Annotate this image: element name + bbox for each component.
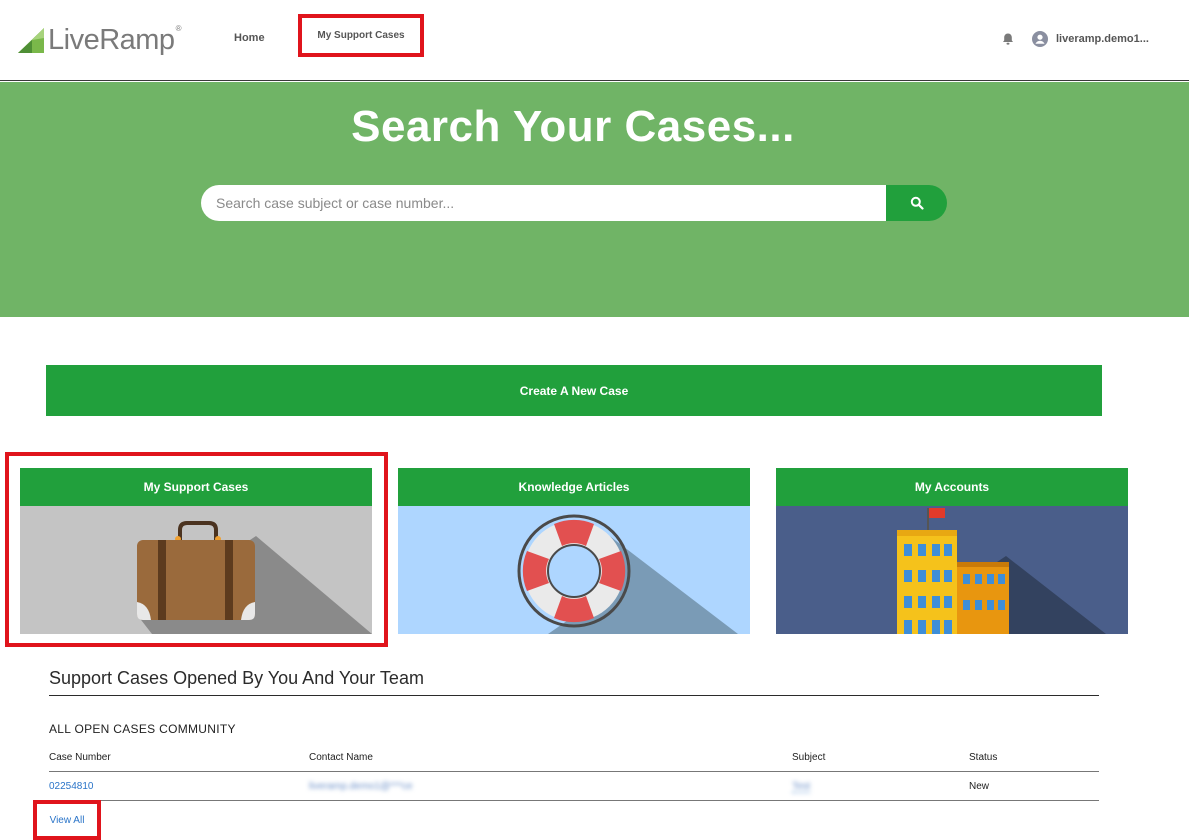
status-value: New <box>969 781 990 792</box>
user-name: liveramp.demo1... <box>1056 33 1149 45</box>
table-header-row: Case Number Contact Name Subject Status <box>49 750 1099 772</box>
logo-mark-icon <box>18 28 44 53</box>
search-button[interactable] <box>886 185 947 221</box>
hero-title: Search Your Cases... <box>351 102 795 151</box>
building-icon <box>776 506 1128 634</box>
table-row: 02254810 liveramp.demo1@***ce Test New <box>49 772 1099 801</box>
tile-knowledge-articles[interactable]: Knowledge Articles <box>398 468 750 634</box>
search-icon <box>910 196 924 210</box>
site-header: LiveRamp® Home My Support Cases liveramp… <box>0 0 1189 81</box>
contact-name-link[interactable]: liveramp.demo1@***ce <box>309 781 413 792</box>
create-new-case-label: Create A New Case <box>519 383 629 398</box>
column-header-case-number[interactable]: Case Number <box>49 752 111 763</box>
briefcase-icon <box>20 506 372 634</box>
column-header-status[interactable]: Status <box>969 752 997 763</box>
case-number-link[interactable]: 02254810 <box>49 781 94 792</box>
life-ring-icon <box>398 506 750 634</box>
user-avatar-icon <box>1032 31 1048 47</box>
nav-home[interactable]: Home <box>234 32 265 44</box>
create-new-case-button[interactable]: Create A New Case <box>46 365 1102 416</box>
tile-header: My Accounts <box>776 468 1128 506</box>
view-all-link[interactable]: View All <box>33 800 101 840</box>
bell-icon[interactable] <box>1001 32 1015 51</box>
liveramp-logo[interactable]: LiveRamp® <box>16 22 182 58</box>
tile-header: Knowledge Articles <box>398 468 750 506</box>
case-search <box>201 185 947 221</box>
column-header-subject[interactable]: Subject <box>792 752 825 763</box>
nav-my-support-cases[interactable]: My Support Cases <box>298 14 424 57</box>
search-hero: Search Your Cases... <box>0 82 1189 317</box>
case-search-input[interactable] <box>201 185 887 221</box>
nav-my-support-cases-label: My Support Cases <box>317 30 405 41</box>
user-menu[interactable]: liveramp.demo1... <box>1032 31 1149 47</box>
cases-section-title: Support Cases Opened By You And Your Tea… <box>49 668 1099 696</box>
logo-registered-mark: ® <box>175 23 182 33</box>
list-view-title: ALL OPEN CASES COMMUNITY <box>49 722 236 736</box>
cases-table: Case Number Contact Name Subject Status … <box>49 750 1099 801</box>
tile-my-accounts[interactable]: My Accounts <box>776 468 1128 634</box>
column-header-contact-name[interactable]: Contact Name <box>309 752 373 763</box>
tile-my-support-cases[interactable]: My Support Cases <box>20 468 372 634</box>
subject-link[interactable]: Test <box>792 781 811 793</box>
view-all-label: View All <box>49 814 85 826</box>
tile-header: My Support Cases <box>20 468 372 506</box>
logo-text: LiveRamp <box>48 23 175 56</box>
